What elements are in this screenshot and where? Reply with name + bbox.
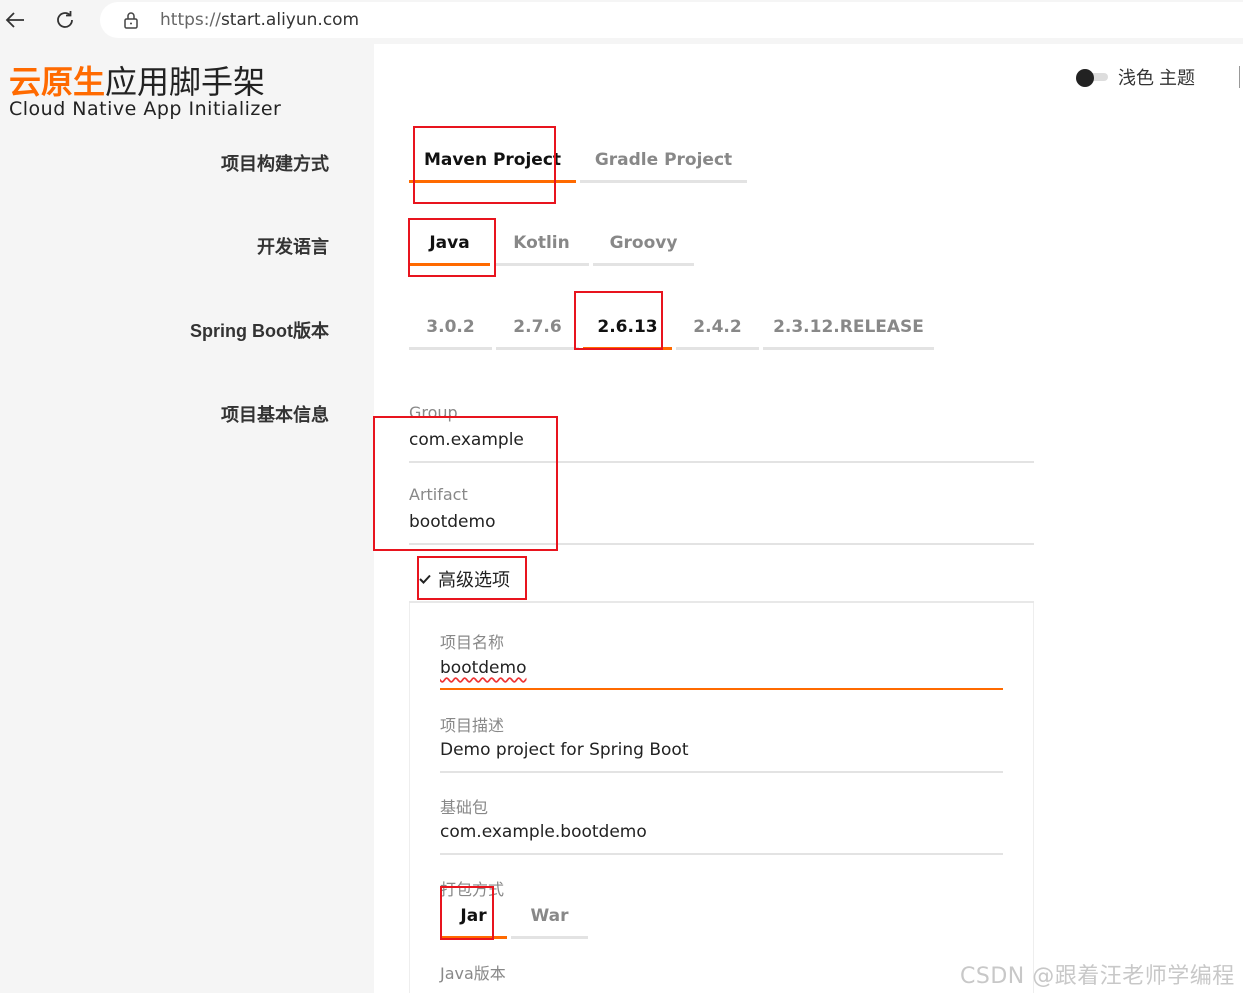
group-underline [409, 461, 1034, 463]
project-desc-label: 项目描述 [440, 716, 505, 735]
tab-boot-2-6-13[interactable]: 2.6.13 [583, 317, 672, 350]
tab-gradle-project[interactable]: Gradle Project [580, 150, 747, 183]
tab-war[interactable]: War [511, 906, 588, 939]
packaging-label: 打包方式 [440, 880, 505, 899]
tab-boot-3-0-2[interactable]: 3.0.2 [409, 317, 492, 350]
back-arrow-icon [5, 12, 24, 28]
back-button[interactable] [0, 6, 30, 34]
package-underline [440, 853, 1003, 855]
url-scheme: https:// [160, 10, 221, 30]
toggle-switch-icon [1076, 69, 1108, 87]
advanced-options-label: 高级选项 [438, 570, 510, 590]
project-name-underline [440, 688, 1003, 690]
tab-kotlin[interactable]: Kotlin [494, 233, 589, 266]
section-label-boot-version: Spring Boot版本 [190, 321, 329, 341]
tab-maven-project[interactable]: Maven Project [409, 150, 576, 183]
tab-boot-2-4-2[interactable]: 2.4.2 [676, 317, 759, 350]
browser-toolbar: https://start.aliyun.com [0, 0, 1243, 44]
package-label: 基础包 [440, 798, 489, 817]
logo-accent: 云原生 [9, 64, 106, 100]
group-label: Group [409, 403, 458, 422]
section-label-basic-info: 项目基本信息 [221, 405, 329, 425]
url-text: https://start.aliyun.com [160, 10, 359, 30]
tab-groovy[interactable]: Groovy [593, 233, 694, 266]
package-input[interactable]: com.example.bootdemo [440, 822, 647, 842]
tab-java[interactable]: Java [409, 233, 490, 266]
project-name-input[interactable]: bootdemo [440, 658, 526, 678]
theme-toggle[interactable]: 浅色 主题 [1076, 64, 1195, 90]
section-label-build: 项目构建方式 [221, 154, 329, 174]
url-host: start.aliyun.com [220, 10, 360, 30]
reload-button[interactable] [50, 6, 80, 34]
project-desc-input[interactable]: Demo project for Spring Boot [440, 740, 689, 760]
divider [1239, 66, 1240, 88]
tab-boot-2-3-12[interactable]: 2.3.12.RELEASE [763, 317, 934, 350]
java-version-label: Java版本 [440, 964, 506, 983]
left-panel [0, 44, 374, 993]
watermark: CSDN @跟着汪老师学编程 [960, 964, 1235, 989]
logo-title: 云原生应用脚手架 [9, 57, 265, 103]
advanced-options-toggle[interactable]: 高级选项 [418, 566, 510, 592]
reload-icon [57, 11, 73, 28]
checkmark-icon [419, 574, 431, 584]
project-name-label: 项目名称 [440, 633, 505, 652]
project-desc-underline [440, 771, 1003, 773]
tab-jar[interactable]: Jar [440, 906, 507, 939]
artifact-underline [409, 543, 1034, 545]
group-input[interactable]: com.example [409, 430, 524, 450]
artifact-label: Artifact [409, 485, 468, 504]
theme-label: 浅色 主题 [1118, 68, 1196, 88]
logo-rest: 应用脚手架 [105, 64, 266, 100]
section-label-language: 开发语言 [257, 237, 329, 257]
address-bar[interactable]: https://start.aliyun.com [100, 2, 1243, 38]
tab-boot-2-7-6[interactable]: 2.7.6 [496, 317, 579, 350]
lock-icon [120, 9, 142, 31]
logo-subtitle: Cloud Native App Initializer [9, 98, 282, 120]
artifact-input[interactable]: bootdemo [409, 512, 495, 532]
